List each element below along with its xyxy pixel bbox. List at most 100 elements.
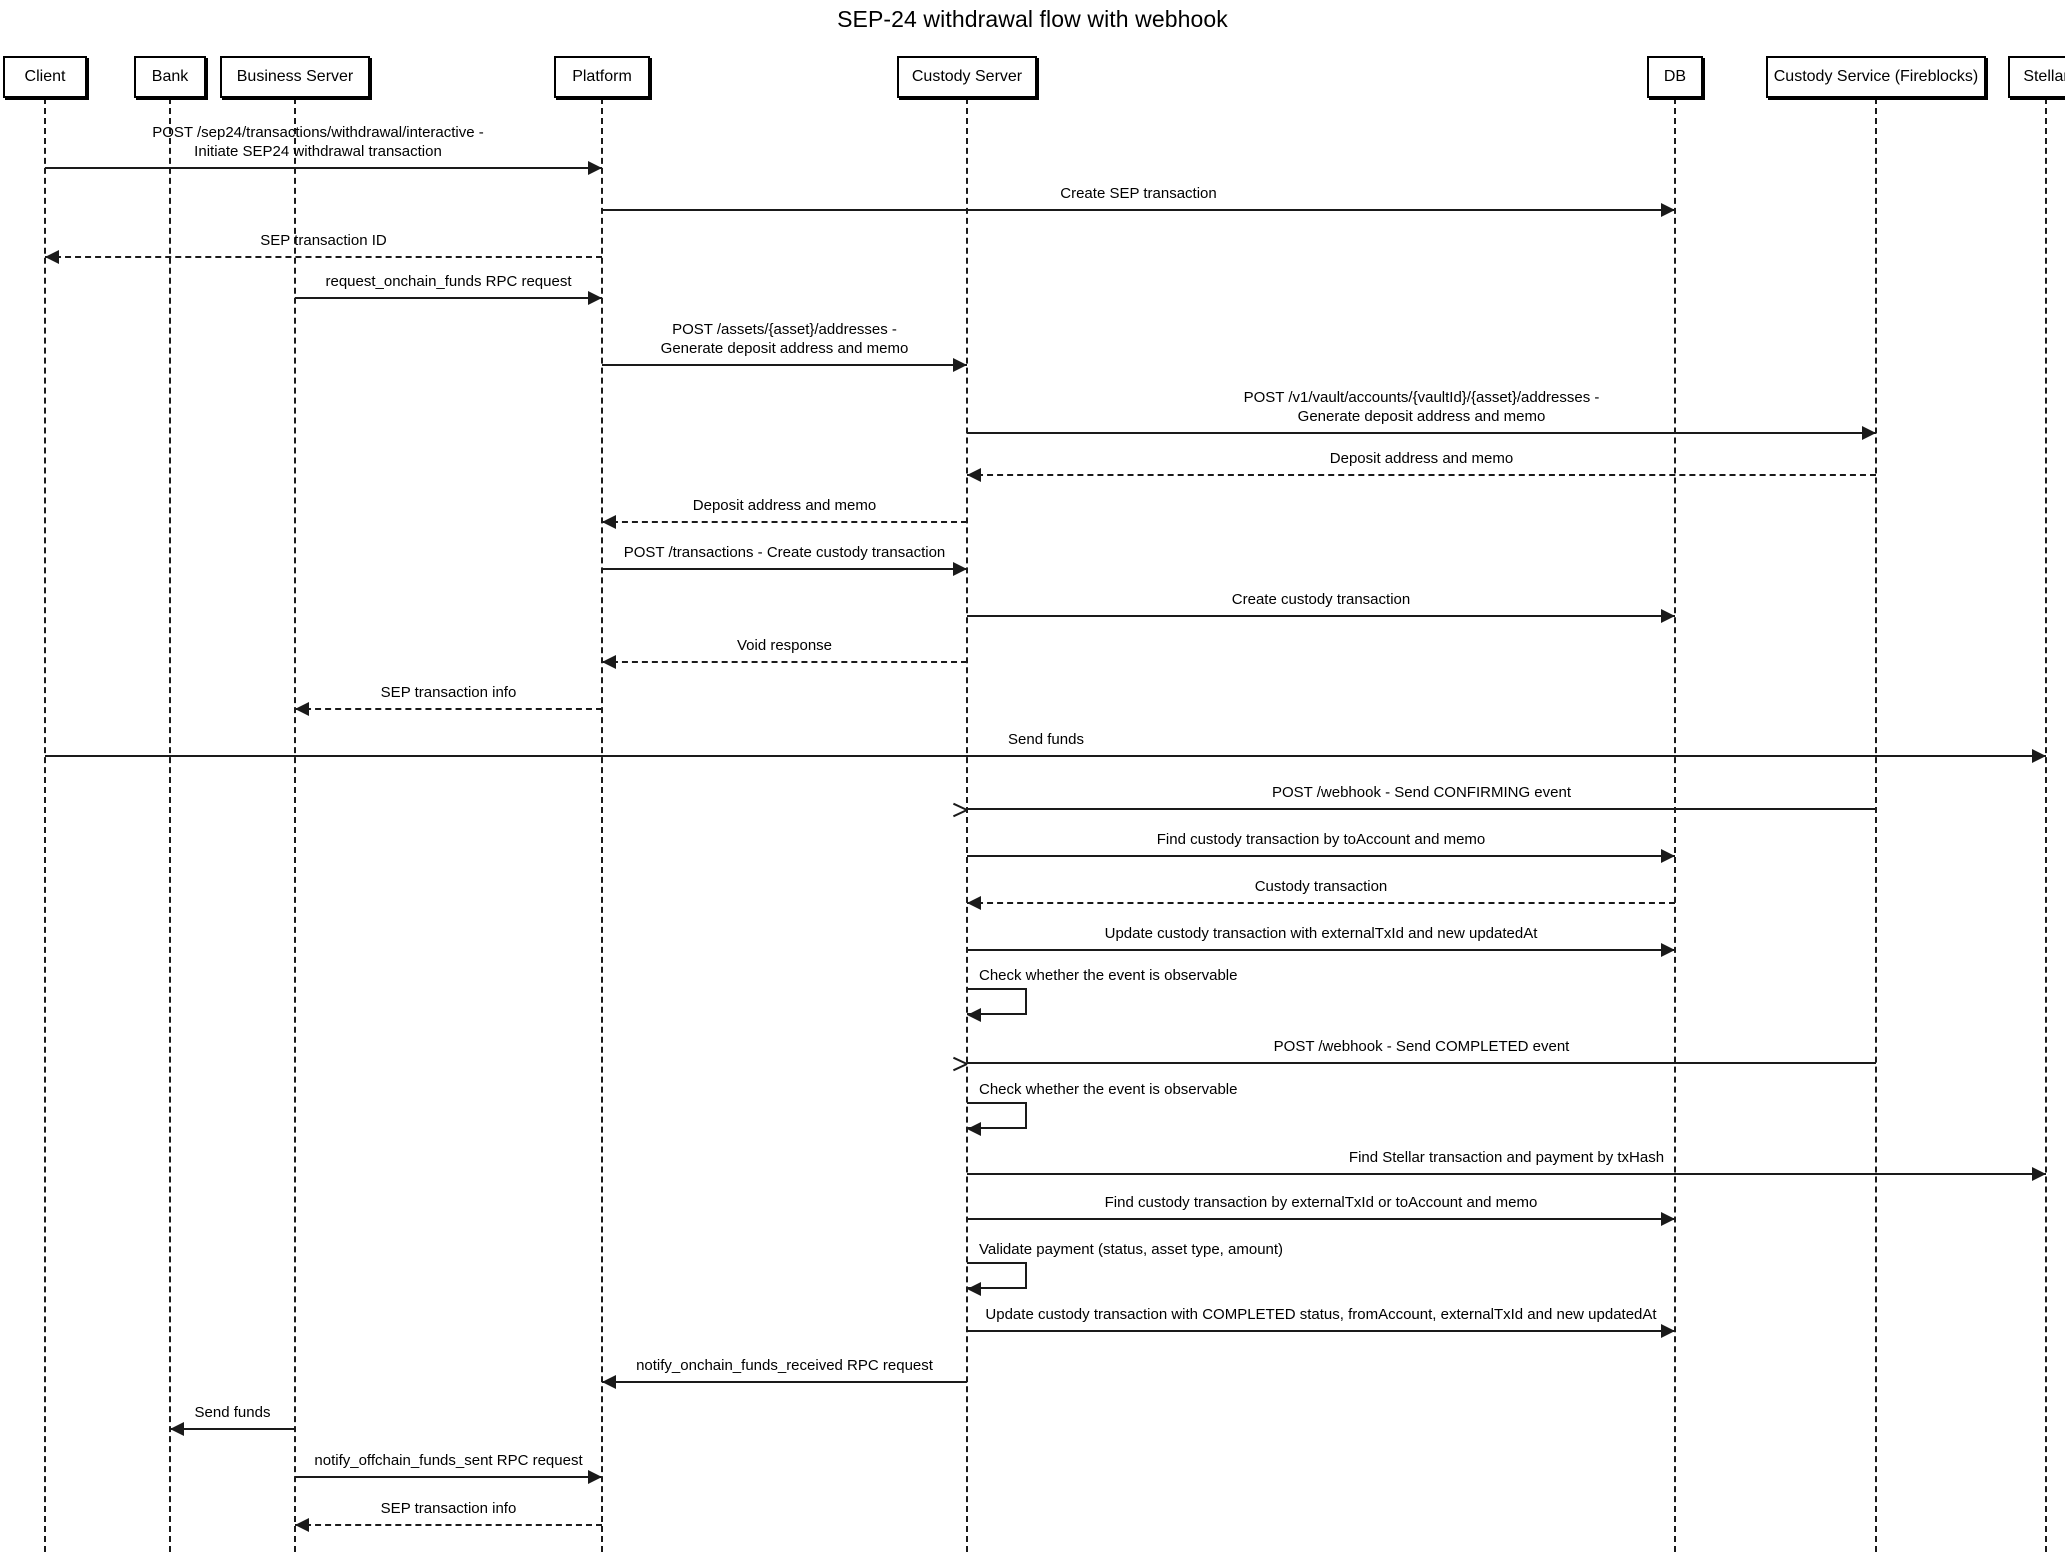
message-line-m25 <box>602 1381 967 1383</box>
lifeline-bank <box>169 98 171 1552</box>
participant-label: Client <box>24 68 66 85</box>
message-label-line: SEP transaction info <box>380 1500 517 1517</box>
message-line-m22 <box>967 1218 1675 1220</box>
self-call-arrow-s03 <box>967 1282 981 1296</box>
participant-client[interactable]: Client <box>3 56 87 98</box>
message-line-m27 <box>295 1476 602 1478</box>
participant-label: DB <box>1663 68 1687 85</box>
arrow-head-m15 <box>1661 849 1675 863</box>
message-label-m24: Update custody transaction with COMPLETE… <box>985 1305 1656 1324</box>
message-label-line: Find Stellar transaction and payment by … <box>1348 1149 1665 1166</box>
arrow-head-m25 <box>602 1375 616 1389</box>
message-label-line: Send funds <box>1008 731 1084 748</box>
message-line-m14 <box>967 808 1876 810</box>
arrow-head-m06 <box>1862 426 1876 440</box>
participant-bank[interactable]: Bank <box>134 56 206 98</box>
message-label-line: Generate deposit address and memo <box>1297 408 1546 425</box>
message-label-line: Find custody transaction by externalTxId… <box>1104 1194 1538 1211</box>
message-label-m25: notify_onchain_funds_received RPC reques… <box>636 1356 933 1375</box>
arrow-head-m10 <box>1661 609 1675 623</box>
message-label-m10: Create custody transaction <box>1232 590 1410 609</box>
message-label-line: Deposit address and memo <box>692 497 877 514</box>
lifeline-fireblocks <box>1875 98 1877 1552</box>
message-label-line: Custody transaction <box>1254 878 1388 895</box>
message-label-m28: SEP transaction info <box>381 1499 517 1518</box>
arrow-head-m02 <box>1661 203 1675 217</box>
participant-business[interactable]: Business Server <box>220 56 370 98</box>
message-label-m07: Deposit address and memo <box>1330 449 1513 468</box>
participant-fireblocks[interactable]: Custody Service (Fireblocks) <box>1766 56 1986 98</box>
message-line-m12 <box>295 708 602 710</box>
diagram-title: SEP-24 withdrawal flow with webhook <box>837 6 1228 32</box>
message-line-m16 <box>967 902 1675 904</box>
arrow-head-m07 <box>967 468 981 482</box>
message-label-m19: POST /webhook - Send COMPLETED event <box>1274 1037 1570 1056</box>
message-label-line: Create SEP transaction <box>1060 185 1217 202</box>
participant-label: Custody Service (Fireblocks) <box>1773 68 1979 85</box>
participant-label: Business Server <box>236 68 354 85</box>
message-label-m02: Create SEP transaction <box>1060 184 1216 203</box>
arrow-head-m12 <box>295 702 309 716</box>
participant-platform[interactable]: Platform <box>554 56 650 98</box>
message-label-line: SEP transaction ID <box>260 232 387 249</box>
message-label-line: Void response <box>736 637 833 654</box>
arrow-head-m19 <box>967 1056 981 1070</box>
message-line-m03 <box>45 256 602 258</box>
lifeline-client <box>44 98 46 1552</box>
message-label-line: POST /webhook - Send COMPLETED event <box>1273 1038 1570 1055</box>
arrow-head-m05 <box>953 358 967 372</box>
message-line-m26 <box>170 1428 295 1430</box>
lifeline-custody <box>966 98 968 1552</box>
message-line-m24 <box>967 1330 1675 1332</box>
message-line-m10 <box>967 615 1675 617</box>
self-call-arrow-s02 <box>967 1122 981 1136</box>
message-label-line: Create custody transaction <box>1231 591 1411 608</box>
message-label-line: notify_onchain_funds_received RPC reques… <box>636 1357 933 1374</box>
message-line-m05 <box>602 364 967 366</box>
message-line-m17 <box>967 949 1675 951</box>
arrow-head-m13 <box>2032 749 2046 763</box>
sequence-diagram: SEP-24 withdrawal flow with webhook POST… <box>0 0 2065 1554</box>
message-label-line: POST /transactions - Create custody tran… <box>623 544 946 561</box>
message-label-line: Update custody transaction with COMPLETE… <box>985 1306 1657 1323</box>
arrow-head-m28 <box>295 1518 309 1532</box>
message-label-m17: Update custody transaction with external… <box>1105 924 1538 943</box>
self-call-label-s01: Check whether the event is observable <box>979 967 1238 984</box>
arrow-head-m22 <box>1661 1212 1675 1226</box>
arrow-head-m03 <box>45 250 59 264</box>
self-call-label-s03: Validate payment (status, asset type, am… <box>979 1241 1284 1258</box>
message-label-m21: Find Stellar transaction and payment by … <box>1349 1148 1664 1167</box>
message-label-m05: POST /assets/{asset}/addresses - Generate… <box>661 320 909 358</box>
message-label-m16: Custody transaction <box>1255 877 1388 896</box>
message-label-m03: SEP transaction ID <box>260 231 386 250</box>
self-call-arrow-s01 <box>967 1008 981 1022</box>
participant-stellar[interactable]: Stellar <box>2008 56 2065 98</box>
participant-label: Bank <box>151 68 189 85</box>
arrow-head-m09 <box>953 562 967 576</box>
arrow-head-m16 <box>967 896 981 910</box>
message-line-m06 <box>967 432 1876 434</box>
message-line-m13 <box>45 755 2046 757</box>
message-line-m21 <box>967 1173 2046 1175</box>
message-line-m19 <box>967 1062 1876 1064</box>
participant-label: Stellar <box>2023 68 2065 85</box>
arrow-head-m11 <box>602 655 616 669</box>
message-line-m08 <box>602 521 967 523</box>
arrow-head-m08 <box>602 515 616 529</box>
participant-custody[interactable]: Custody Server <box>897 56 1037 98</box>
lifeline-stellar <box>2045 98 2047 1552</box>
message-label-line: Initiate SEP24 withdrawal transaction <box>194 143 442 160</box>
message-label-m27: notify_offchain_funds_sent RPC request <box>314 1451 582 1470</box>
arrow-head-m17 <box>1661 943 1675 957</box>
lifeline-platform <box>601 98 603 1552</box>
arrow-head-m26 <box>170 1422 184 1436</box>
message-label-m22: Find custody transaction by externalTxId… <box>1105 1193 1538 1212</box>
message-label-m06: POST /v1/vault/accounts/{vaultId}/{asset… <box>1244 388 1600 426</box>
message-label-m26: Send funds <box>195 1403 271 1422</box>
participant-db[interactable]: DB <box>1647 56 1703 98</box>
self-call-label-s02: Check whether the event is observable <box>979 1081 1238 1098</box>
message-label-m04: request_onchain_funds RPC request <box>326 272 572 291</box>
message-label-line: POST /assets/{asset}/addresses - <box>672 321 897 338</box>
lifeline-business <box>294 98 296 1552</box>
message-label-line: Update custody transaction with external… <box>1104 925 1538 942</box>
